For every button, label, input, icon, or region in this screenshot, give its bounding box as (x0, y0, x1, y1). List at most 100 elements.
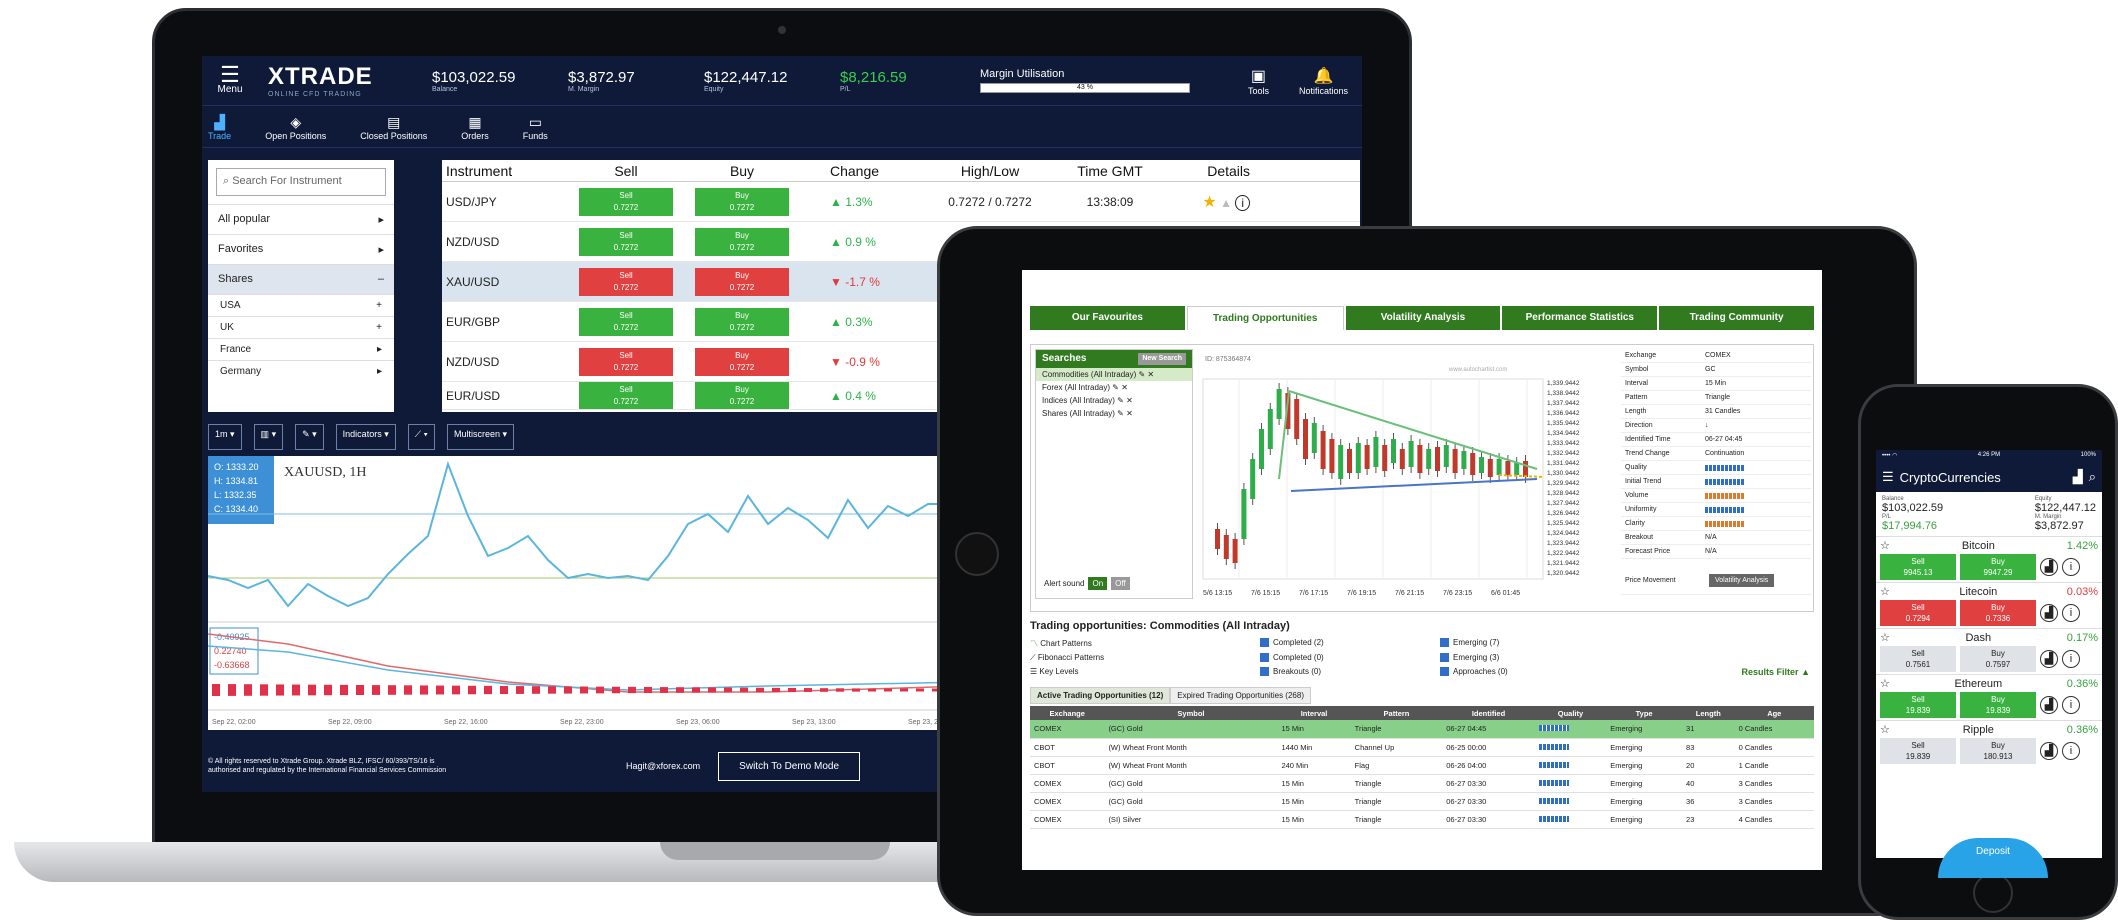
menu-button[interactable]: ☰ Menu (210, 64, 250, 96)
sell-button[interactable]: Sell 0.7294 (1880, 600, 1956, 626)
sidebar-subitem-uk[interactable]: UK + (208, 316, 394, 338)
timeframe-select[interactable]: 1m ▾ (208, 424, 242, 450)
sell-button[interactable]: Sell 0.7561 (1880, 646, 1956, 672)
star-icon[interactable]: ☆ (1880, 723, 1890, 736)
search-item[interactable]: Indices (All Intraday) ✎ ✕ (1036, 394, 1192, 407)
sell-button[interactable]: Sell 0.7272 (579, 267, 673, 296)
edit-icon[interactable]: ✎ (1138, 370, 1145, 379)
alert-on-button[interactable]: On (1088, 577, 1108, 590)
info-icon[interactable]: i (2062, 696, 2080, 714)
delete-icon[interactable]: ✕ (1126, 409, 1133, 418)
nav-orders[interactable]: ▦ Orders (461, 114, 489, 141)
buy-button[interactable]: Buy 0.7272 (695, 307, 789, 336)
filter-breakouts[interactable]: Breakouts (0) (1260, 667, 1440, 677)
table-row[interactable]: COMEX (GC) Gold 15 Min Triangle 06-27 03:30 E… (1030, 792, 1814, 811)
chart-icon[interactable]: ▟ (2040, 604, 2058, 622)
buy-button[interactable]: Buy 0.7272 (695, 382, 789, 409)
tab-volatility-analysis[interactable]: Volatility Analysis (1345, 306, 1501, 330)
results-filter-link[interactable]: Results Filter ▲ (1640, 667, 1810, 677)
info-icon[interactable]: i (2062, 650, 2080, 668)
sell-button[interactable]: Sell 9945.13 (1880, 554, 1956, 580)
chart-icon[interactable]: ▟ (2040, 650, 2058, 668)
sidebar-subitem-germany[interactable]: Germany ▸ (208, 360, 394, 382)
sidebar-item-shares[interactable]: Shares – (208, 264, 394, 294)
table-row[interactable]: USD/JPY Sell 0.7272 Buy 0.7272 ▲ 1.3% 0.72… (442, 182, 1360, 222)
nav-closed-positions[interactable]: ▤ Closed Positions (360, 114, 427, 141)
search-icon[interactable]: ⌕ (2089, 469, 2096, 485)
star-icon[interactable]: ☆ (1880, 539, 1890, 552)
tab-our-favourites[interactable]: Our Favourites (1030, 306, 1185, 330)
indicators-select[interactable]: Indicators ▾ (335, 424, 396, 450)
sidebar-subitem-france[interactable]: France ▸ (208, 338, 394, 360)
star-icon[interactable]: ☆ (1880, 585, 1890, 598)
instrument-search-input[interactable]: ⌕ Search For Instrument (216, 168, 386, 196)
notifications-button[interactable]: 🔔 Notifications (1299, 66, 1348, 96)
info-icon[interactable]: i (1235, 194, 1250, 211)
filter-emerging-chart[interactable]: Emerging (7) (1440, 638, 1640, 649)
filter-completed-chart[interactable]: Completed (2) (1260, 638, 1440, 649)
buy-button[interactable]: Buy 0.7336 (1960, 600, 2036, 626)
delete-icon[interactable]: ✕ (1126, 396, 1133, 405)
sell-button[interactable]: Sell 0.7272 (579, 347, 673, 376)
sell-button[interactable]: Sell 0.7272 (579, 227, 673, 256)
pattern-chart[interactable]: ID: 875364874 www.autochartist.com 1,339… (1199, 349, 1615, 607)
new-search-button[interactable]: New Search (1138, 353, 1186, 365)
volatility-analysis-button[interactable]: Volatility Analysis (1709, 574, 1775, 587)
buy-button[interactable]: Buy 19.839 (1960, 692, 2036, 718)
edit-icon[interactable]: ✎ (1112, 383, 1119, 392)
hamburger-icon[interactable]: ☰ (1882, 469, 1894, 485)
search-item[interactable]: Shares (All Intraday) ✎ ✕ (1036, 407, 1192, 420)
tab-trading-community[interactable]: Trading Community (1659, 306, 1814, 330)
delete-icon[interactable]: ✕ (1147, 370, 1154, 379)
filter-completed-fib[interactable]: Completed (0) (1260, 653, 1440, 663)
tab-active-opportunities[interactable]: Active Trading Opportunities (12) (1030, 687, 1171, 704)
tab-expired-opportunities[interactable]: Expired Trading Opportunities (268) (1170, 687, 1311, 704)
chart-icon[interactable]: ▟ (2040, 696, 2058, 714)
search-item[interactable]: Forex (All Intraday) ✎ ✕ (1036, 381, 1192, 394)
buy-button[interactable]: Buy 0.7272 (695, 187, 789, 216)
delete-icon[interactable]: ✕ (1121, 383, 1128, 392)
multiscreen-select[interactable]: Multiscreen ▾ (446, 424, 514, 450)
sidebar-subitem-usa[interactable]: USA + (208, 294, 394, 316)
trendline-select[interactable]: ⟋ ▾ (407, 424, 435, 450)
filter-emerging-fib[interactable]: Emerging (3) (1440, 653, 1640, 663)
draw-tool-select[interactable]: ✎ ▾ (295, 424, 324, 450)
price-chart[interactable]: O: 1333.20 H: 1334.81 L: 1332.35 C: 1334… (207, 456, 969, 730)
star-icon[interactable]: ★ (1202, 194, 1216, 211)
edit-icon[interactable]: ✎ (1117, 409, 1124, 418)
sell-button[interactable]: Sell 19.839 (1880, 738, 1956, 764)
buy-button[interactable]: Buy 0.7272 (695, 267, 789, 296)
star-icon[interactable]: ☆ (1880, 677, 1890, 690)
sell-button[interactable]: Sell 19.839 (1880, 692, 1956, 718)
sell-button[interactable]: Sell 0.7272 (579, 307, 673, 336)
nav-trade[interactable]: ▟ Trade (208, 114, 231, 141)
tab-trading-opportunities[interactable]: Trading Opportunities (1186, 306, 1344, 330)
nav-funds[interactable]: ▭ Funds (523, 114, 548, 141)
chart-icon[interactable]: ▟ (2040, 742, 2058, 760)
edit-icon[interactable]: ✎ (1117, 396, 1124, 405)
alert-icon[interactable]: ▲ (1220, 196, 1232, 210)
chart-type-select[interactable]: ▥ ▾ (253, 424, 284, 450)
buy-button[interactable]: Buy 0.7272 (695, 227, 789, 256)
sell-button[interactable]: Sell 0.7272 (579, 187, 673, 216)
table-row[interactable]: CBOT (W) Wheat Front Month 1440 Min Channel… (1030, 738, 1814, 757)
search-item[interactable]: Commodities (All Intraday) ✎ ✕ (1036, 368, 1192, 381)
info-icon[interactable]: i (2062, 742, 2080, 760)
buy-button[interactable]: Buy 0.7272 (695, 347, 789, 376)
table-row[interactable]: COMEX (GC) Gold 15 Min Triangle 06-27 04:45 E… (1030, 720, 1814, 739)
table-row[interactable]: COMEX (GC) Gold 15 Min Triangle 06-27 03:30 E… (1030, 774, 1814, 793)
table-row[interactable]: COMEX (SI) Silver 15 Min Triangle 06-27 03:3… (1030, 810, 1814, 829)
info-icon[interactable]: i (2062, 604, 2080, 622)
sell-button[interactable]: Sell 0.7272 (579, 382, 673, 409)
buy-button[interactable]: Buy 9947.29 (1960, 554, 2036, 580)
sidebar-item-favorites[interactable]: Favorites ▸ (208, 234, 394, 264)
sidebar-item-all-popular[interactable]: All popular ▸ (208, 204, 394, 234)
star-icon[interactable]: ☆ (1880, 631, 1890, 644)
table-row[interactable]: CBOT (W) Wheat Front Month 240 Min Flag 06-2… (1030, 756, 1814, 775)
alert-off-button[interactable]: Off (1111, 577, 1130, 590)
info-icon[interactable]: i (2062, 558, 2080, 576)
chart-icon[interactable]: ▟ (2040, 558, 2058, 576)
buy-button[interactable]: Buy 180.913 (1960, 738, 2036, 764)
nav-open-positions[interactable]: ◈ Open Positions (265, 114, 326, 141)
buy-button[interactable]: Buy 0.7597 (1960, 646, 2036, 672)
